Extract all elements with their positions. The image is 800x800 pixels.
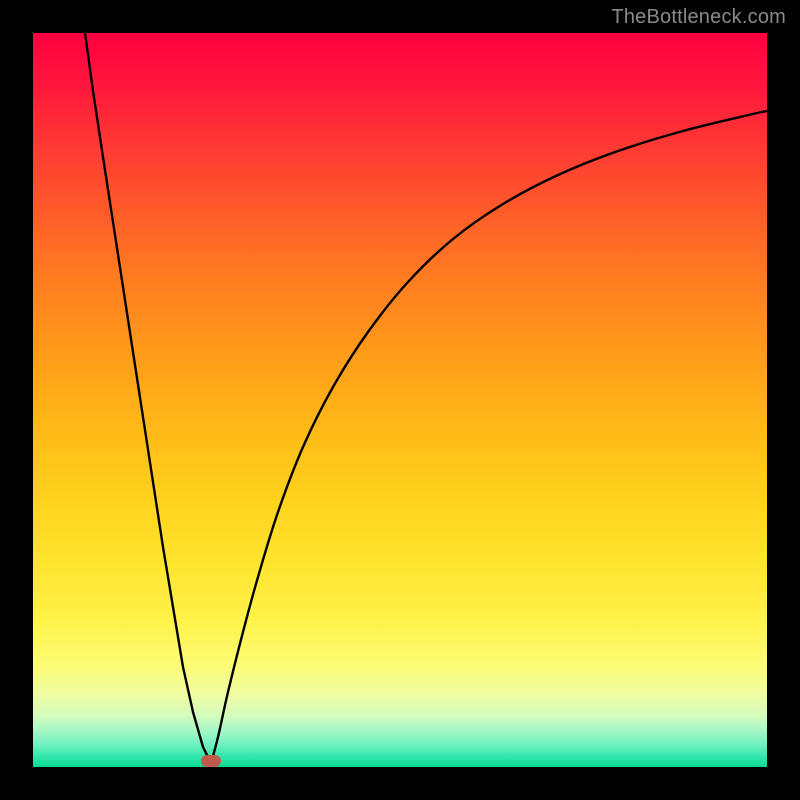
bottleneck-curve <box>33 33 767 767</box>
plot-area <box>33 33 767 767</box>
optimum-marker <box>201 755 221 767</box>
watermark-text: TheBottleneck.com <box>611 6 786 29</box>
chart-frame: TheBottleneck.com <box>0 0 800 800</box>
